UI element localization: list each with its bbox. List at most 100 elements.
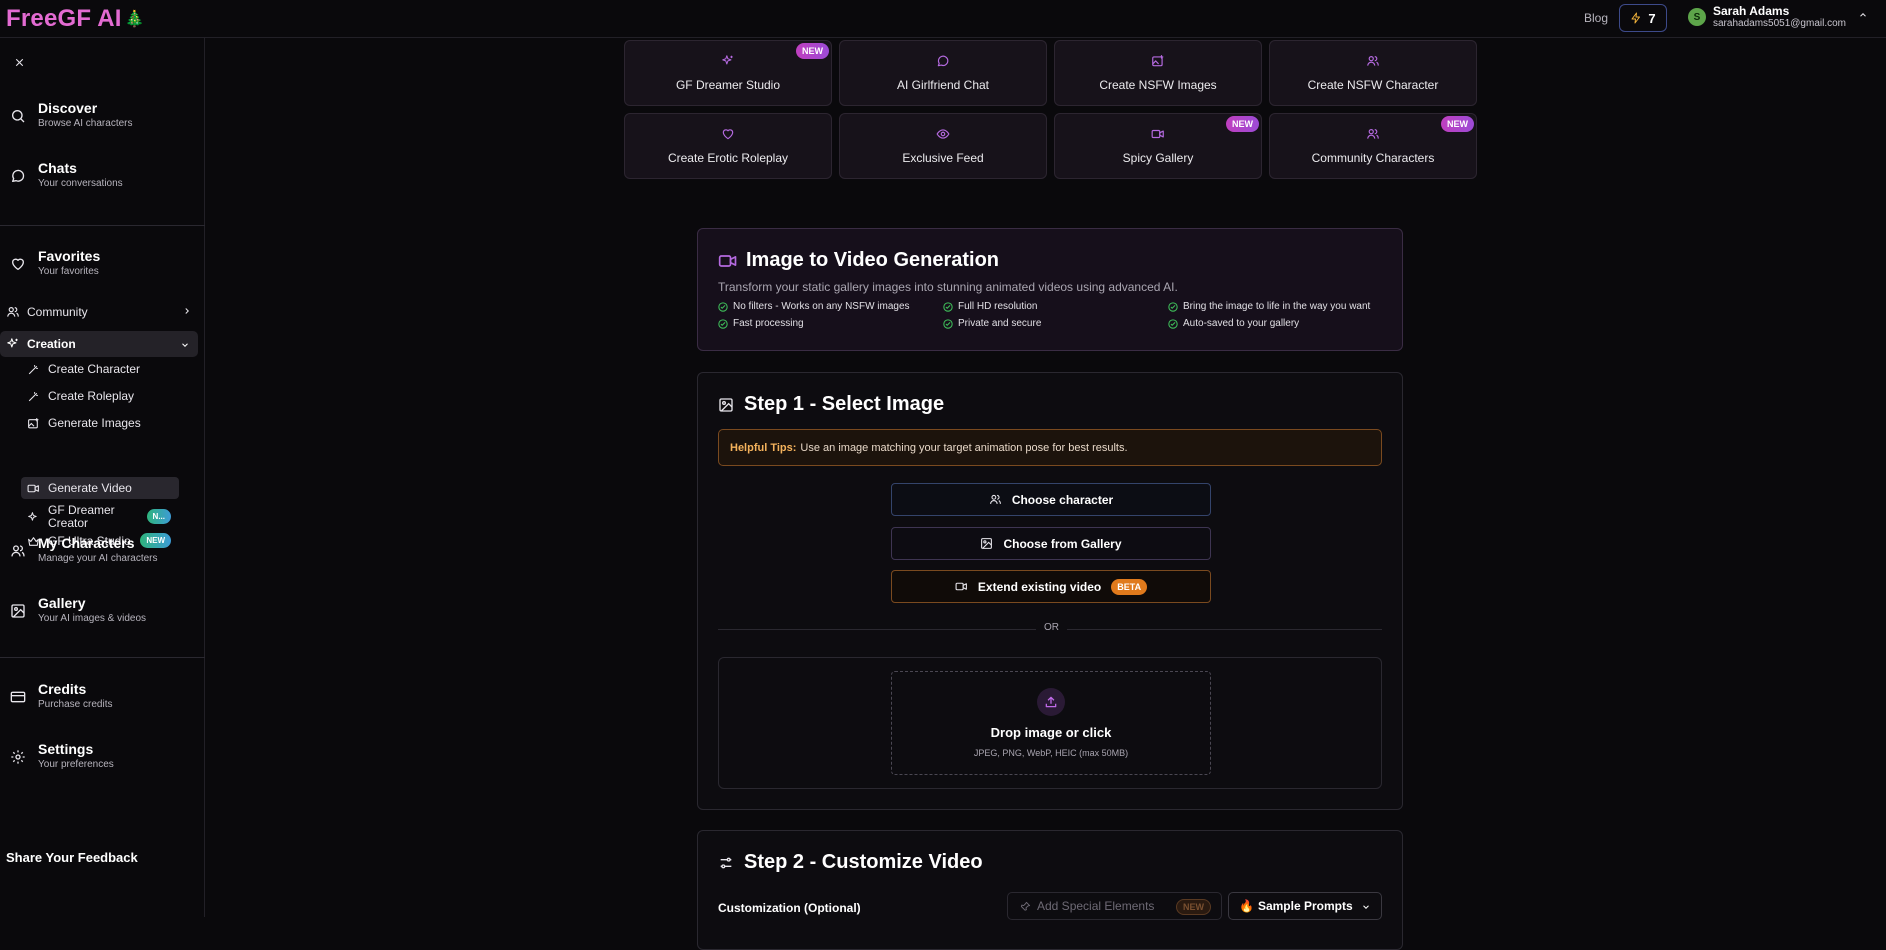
user-menu[interactable]: S Sarah Adams sarahadams5051@gmail.com [1688, 4, 1866, 30]
user-email: sarahadams5051@gmail.com [1713, 18, 1846, 29]
close-icon[interactable] [13, 56, 26, 69]
quick-link-label: AI Girlfriend Chat [896, 78, 990, 92]
feedback-link[interactable]: Share Your Feedback [6, 850, 138, 865]
check-circle-icon [943, 318, 953, 329]
nav-chats-title: Chats [38, 160, 77, 176]
nav-my-characters-sub: Manage your AI characters [38, 553, 158, 564]
button-label: Choose from Gallery [1003, 536, 1122, 551]
quick-link-label: Spicy Gallery [1122, 151, 1194, 165]
sidebar-item-gf-dreamer-creator[interactable]: GF Dreamer Creator N... [21, 503, 179, 531]
step2-panel: Step 2 - Customize Video Customization (… [697, 830, 1403, 950]
nav-community[interactable]: Community [6, 302, 196, 322]
sidebar-item-create-roleplay[interactable]: Create Roleplay [21, 385, 179, 407]
search-icon [10, 108, 26, 130]
nav-favorites-title: Favorites [38, 248, 101, 264]
quick-link-label: Community Characters [1311, 151, 1435, 165]
new-badge: NEW [1441, 116, 1474, 132]
feature-text: Fast processing [733, 318, 804, 329]
nav-creation[interactable]: Creation [0, 331, 198, 357]
quick-link-gf-dreamer-studio[interactable]: NEW GF Dreamer Studio [624, 40, 832, 106]
logo-text: FreeGF AI [6, 5, 122, 32]
feature-list: No filters - Works on any NSFW images Fu… [718, 301, 1382, 329]
quick-link-label: Create Erotic Roleplay [667, 151, 789, 165]
nav-creation-label: Creation [27, 337, 76, 351]
feature-text: Private and secure [958, 318, 1042, 329]
drop-zone[interactable]: Drop image or click JPEG, PNG, WebP, HEI… [891, 671, 1211, 775]
nav-favorites-sub: Your favorites [38, 266, 99, 277]
tips-label: Helpful Tips: [730, 441, 797, 454]
sample-prompts-label: Sample Prompts [1257, 899, 1353, 913]
fire-icon: 🔥 [1239, 899, 1254, 913]
users-icon [6, 305, 20, 319]
quick-link-community-characters[interactable]: NEW Community Characters [1269, 113, 1477, 179]
quick-link-label: GF Dreamer Studio [675, 78, 781, 92]
nav-my-characters-title: My Characters [38, 535, 135, 551]
sparkles-icon [6, 337, 20, 351]
logo[interactable]: FreeGF AI 🎄 [6, 5, 145, 33]
extend-video-button[interactable]: Extend existing video BETA [891, 570, 1211, 603]
video-icon [955, 580, 968, 593]
sidebar-item-create-character[interactable]: Create Character [21, 358, 179, 380]
quick-link-create-nsfw-images[interactable]: Create NSFW Images [1054, 40, 1262, 106]
check-circle-icon [718, 318, 728, 329]
quick-link-label: Exclusive Feed [902, 151, 984, 165]
add-special-elements-button[interactable]: Add Special Elements NEW [1007, 892, 1222, 920]
quick-link-ai-girlfriend-chat[interactable]: AI Girlfriend Chat [839, 40, 1047, 106]
sliders-icon [718, 855, 734, 871]
helpful-tips: Helpful Tips: Use an image matching your… [718, 429, 1382, 466]
customization-label: Customization (Optional) [718, 901, 861, 915]
nav-my-characters[interactable]: My Characters Manage your AI characters [10, 535, 158, 565]
quick-link-spicy-gallery[interactable]: NEW Spicy Gallery [1054, 113, 1262, 179]
chevron-down-icon [1361, 902, 1371, 912]
feature-text: Auto-saved to your gallery [1183, 318, 1300, 329]
tips-text: Use an image matching your target animat… [800, 441, 1128, 454]
feature-item: Bring the image to life in the way you w… [1168, 301, 1393, 312]
quick-link-exclusive-feed[interactable]: Exclusive Feed [839, 113, 1047, 179]
button-label: Extend existing video [977, 579, 1102, 594]
nav-chats[interactable]: Chats Your conversations [10, 160, 123, 190]
step2-title: Step 2 - Customize Video [744, 851, 983, 873]
nav-credits[interactable]: Credits Purchase credits [10, 681, 112, 711]
video-icon [27, 482, 40, 495]
new-badge: NEW [796, 43, 829, 59]
image-icon [980, 537, 993, 550]
wand-icon [27, 390, 40, 403]
nav-gallery-title: Gallery [38, 595, 86, 611]
sidebar-divider [0, 657, 205, 658]
drop-title: Drop image or click [990, 725, 1112, 740]
check-circle-icon [718, 301, 728, 312]
video-icon [718, 251, 738, 271]
quick-link-create-erotic-roleplay[interactable]: Create Erotic Roleplay [624, 113, 832, 179]
avatar: S [1688, 8, 1706, 26]
heart-icon [10, 256, 26, 278]
sidebar-item-label: Generate Images [48, 416, 141, 430]
credits-button[interactable]: 7 [1619, 4, 1667, 32]
quick-links-grid: NEW GF Dreamer Studio AI Girlfriend Chat… [624, 40, 1477, 179]
nav-favorites[interactable]: Favorites Your favorites [10, 248, 100, 278]
sidebar-item-generate-video[interactable]: Generate Video [21, 477, 179, 499]
step1-panel: Step 1 - Select Image Helpful Tips: Use … [697, 372, 1403, 810]
nav-gallery[interactable]: Gallery Your AI images & videos [10, 595, 146, 625]
choose-gallery-button[interactable]: Choose from Gallery [891, 527, 1211, 560]
feature-text: No filters - Works on any NSFW images [733, 301, 910, 312]
image-icon [10, 603, 26, 625]
nav-credits-title: Credits [38, 681, 87, 697]
credit-card-icon [10, 689, 26, 711]
sidebar-divider [0, 225, 205, 226]
image-plus-icon [1151, 54, 1165, 68]
nav-settings[interactable]: Settings Your preferences [10, 741, 114, 771]
check-circle-icon [1168, 301, 1178, 312]
sidebar-item-label: Create Character [48, 362, 141, 376]
nav-discover[interactable]: Discover Browse AI characters [10, 100, 132, 130]
choose-character-button[interactable]: Choose character [891, 483, 1211, 516]
feature-text: Bring the image to life in the way you w… [1183, 301, 1371, 312]
lightning-icon [1630, 11, 1642, 25]
sidebar-item-generate-images[interactable]: Generate Images [21, 412, 179, 434]
video-icon [1151, 127, 1165, 141]
check-circle-icon [943, 301, 953, 312]
sidebar-item-label: Create Roleplay [48, 389, 135, 403]
feature-item: Private and secure [943, 318, 1168, 329]
quick-link-create-nsfw-character[interactable]: Create NSFW Character [1269, 40, 1477, 106]
sample-prompts-dropdown[interactable]: 🔥 Sample Prompts [1228, 892, 1382, 920]
blog-link[interactable]: Blog [1584, 11, 1608, 25]
